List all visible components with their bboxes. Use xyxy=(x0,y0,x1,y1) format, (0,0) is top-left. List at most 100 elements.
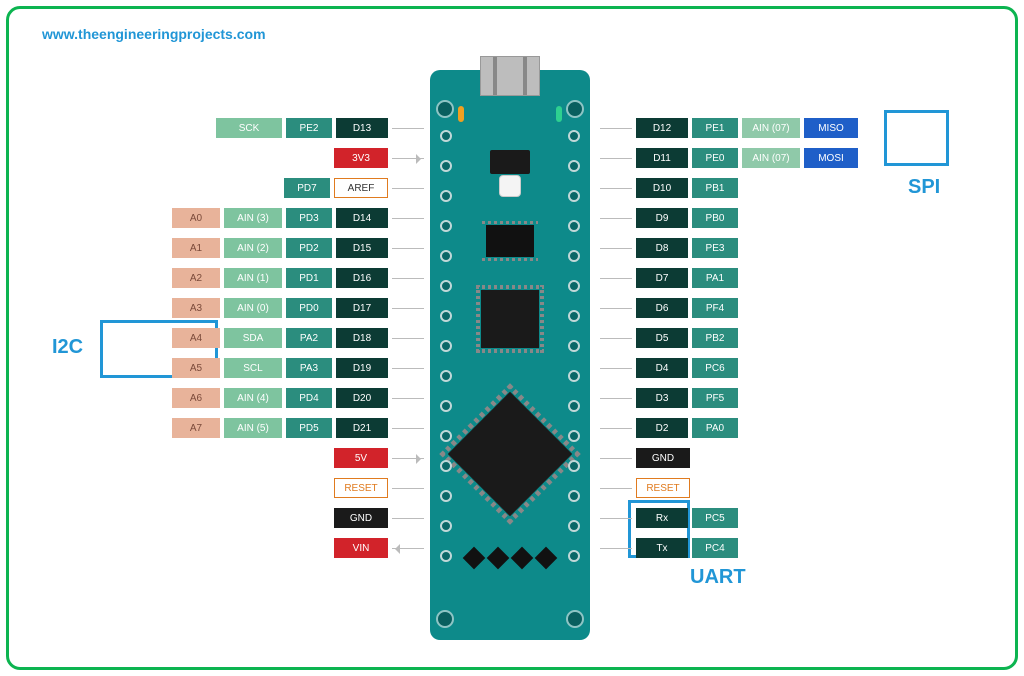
mount-hole xyxy=(436,100,454,118)
mount-hole xyxy=(436,610,454,628)
lead-line xyxy=(600,458,632,459)
lead-line xyxy=(600,428,632,429)
pin-label-mosi: MOSI xyxy=(804,148,858,168)
pin-row-right: D8PE3 xyxy=(600,238,738,258)
pin-row-left: VIN xyxy=(334,538,424,558)
pin-label-d18: D18 xyxy=(336,328,388,348)
pin-row-left: SCKPE2D13 xyxy=(216,118,424,138)
pin-label-aref: AREF xyxy=(334,178,388,198)
pin-hole xyxy=(568,490,580,502)
arduino-board xyxy=(430,70,590,640)
lead-line xyxy=(392,188,424,189)
pin-hole xyxy=(440,460,452,472)
lead-line xyxy=(392,218,424,219)
pin-hole xyxy=(440,490,452,502)
pin-label-d10: D10 xyxy=(636,178,688,198)
pin-label-pd0: PD0 xyxy=(286,298,332,318)
pin-label-d2: D2 xyxy=(636,418,688,438)
pin-label-pa3: PA3 xyxy=(286,358,332,378)
chip-small xyxy=(490,150,530,174)
pin-label-a4: A4 xyxy=(172,328,220,348)
lead-line xyxy=(600,158,632,159)
pin-label-5v: 5V xyxy=(334,448,388,468)
pin-row-left: GND xyxy=(334,508,424,528)
main-mcu-chip xyxy=(448,392,572,516)
lead-line xyxy=(392,458,424,459)
lead-line xyxy=(600,188,632,189)
pin-hole xyxy=(568,280,580,292)
lead-line xyxy=(600,308,632,309)
pin-hole xyxy=(568,460,580,472)
pin-label-a5: A5 xyxy=(172,358,220,378)
pin-label-d9: D9 xyxy=(636,208,688,228)
pin-label-ain07: AIN (07) xyxy=(742,148,800,168)
pin-label-d12: D12 xyxy=(636,118,688,138)
pin-hole xyxy=(440,430,452,442)
pin-label-gnd: GND xyxy=(636,448,690,468)
pin-hole xyxy=(440,520,452,532)
lead-line xyxy=(600,248,632,249)
led-green xyxy=(556,106,562,122)
pin-row-right: RxPC5 xyxy=(600,508,738,528)
pin-label-scl: SCL xyxy=(224,358,282,378)
lead-line xyxy=(392,248,424,249)
pin-label-a7: A7 xyxy=(172,418,220,438)
lead-line xyxy=(600,128,632,129)
pinout-diagram: I2C SPI UART SCKPE2D133V3PD7AREFA0AIN (3… xyxy=(0,50,1024,656)
pin-label-miso: MISO xyxy=(804,118,858,138)
pin-label-pf4: PF4 xyxy=(692,298,738,318)
pin-row-left: A0AIN (3)PD3D14 xyxy=(172,208,424,228)
pin-label-ain4: AIN (4) xyxy=(224,388,282,408)
pin-row-left: 3V3 xyxy=(334,148,424,168)
lead-line xyxy=(392,548,424,549)
website-link[interactable]: www.theengineeringprojects.com xyxy=(42,26,266,42)
lead-line xyxy=(392,278,424,279)
pin-label-ain1: AIN (1) xyxy=(224,268,282,288)
pin-row-left: A2AIN (1)PD1D16 xyxy=(172,268,424,288)
pin-label-a1: A1 xyxy=(172,238,220,258)
i2c-label: I2C xyxy=(52,336,83,359)
lead-line xyxy=(600,398,632,399)
pin-row-left: PD7AREF xyxy=(284,178,424,198)
pin-label-pc4: PC4 xyxy=(692,538,738,558)
pin-label-d5: D5 xyxy=(636,328,688,348)
lead-line xyxy=(600,338,632,339)
pin-label-pd1: PD1 xyxy=(286,268,332,288)
uart-label: UART xyxy=(690,566,746,589)
lead-line xyxy=(392,398,424,399)
pin-hole xyxy=(568,220,580,232)
pin-label-d13: D13 xyxy=(336,118,388,138)
pin-row-right: D10PB1 xyxy=(600,178,738,198)
lead-line xyxy=(392,488,424,489)
pin-hole xyxy=(568,400,580,412)
pin-row-right: D6PF4 xyxy=(600,298,738,318)
pin-hole xyxy=(568,250,580,262)
pin-label-pa0: PA0 xyxy=(692,418,738,438)
pin-label-3v3: 3V3 xyxy=(334,148,388,168)
pin-label-d7: D7 xyxy=(636,268,688,288)
pin-label-pd7: PD7 xyxy=(284,178,330,198)
pin-label-pc5: PC5 xyxy=(692,508,738,528)
pin-row-right: GND xyxy=(600,448,690,468)
lead-line xyxy=(392,518,424,519)
pin-hole xyxy=(440,400,452,412)
lead-line xyxy=(600,488,632,489)
pin-row-right: D9PB0 xyxy=(600,208,738,228)
pin-row-right: TxPC4 xyxy=(600,538,738,558)
mount-hole xyxy=(566,610,584,628)
pin-label-d17: D17 xyxy=(336,298,388,318)
pin-label-d21: D21 xyxy=(336,418,388,438)
lead-line xyxy=(392,128,424,129)
usb-connector xyxy=(480,56,540,96)
chip-rect xyxy=(486,225,534,257)
pin-row-left: A4SDAPA2D18 xyxy=(172,328,424,348)
pin-row-right: D11PE0AIN (07)MOSI xyxy=(600,148,858,168)
pin-label-pb1: PB1 xyxy=(692,178,738,198)
pin-label-sda: SDA xyxy=(224,328,282,348)
pin-label-tx: Tx xyxy=(636,538,688,558)
pin-row-right: RESET xyxy=(600,478,690,498)
lead-line xyxy=(392,428,424,429)
pin-label-ain3: AIN (3) xyxy=(224,208,282,228)
pin-hole xyxy=(568,520,580,532)
pin-label-reset: RESET xyxy=(636,478,690,498)
